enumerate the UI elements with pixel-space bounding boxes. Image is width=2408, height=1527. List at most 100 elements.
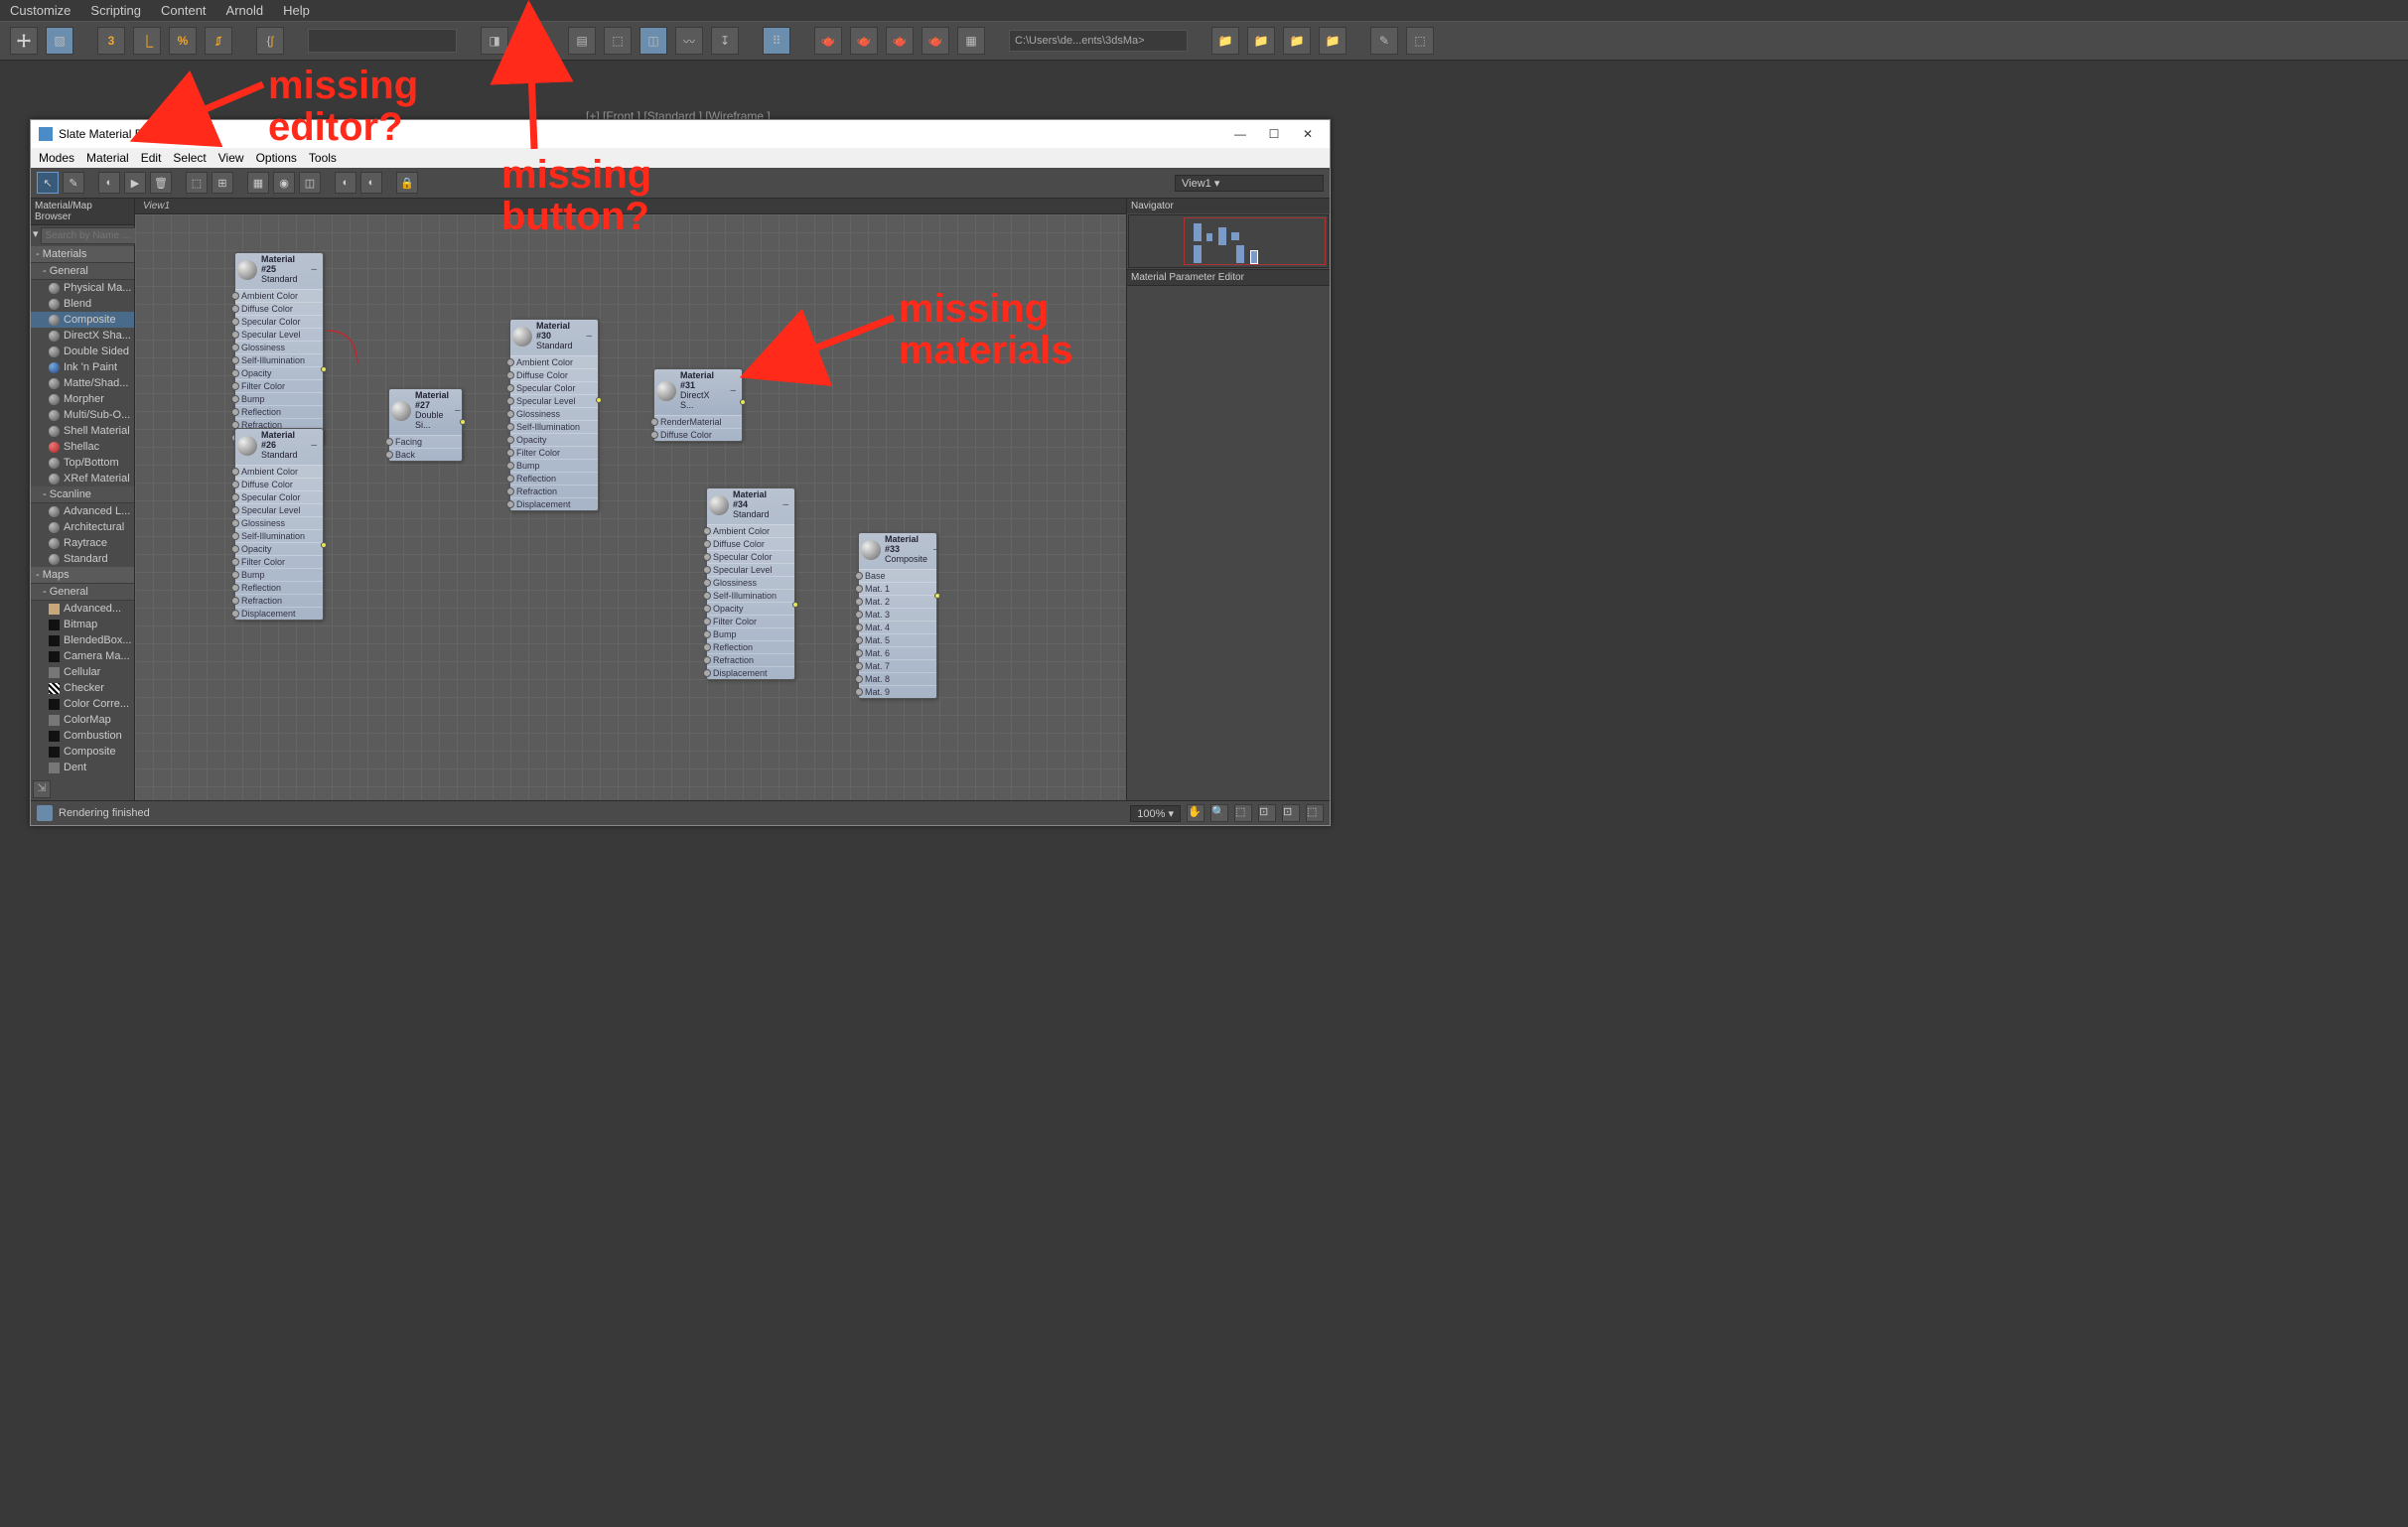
node-slot[interactable]: Mat. 5 [859, 633, 936, 646]
list-item[interactable]: Morpher [31, 391, 134, 407]
set-project-icon[interactable]: 📁 [1247, 27, 1275, 55]
align-icon[interactable]: ≡ [516, 27, 544, 55]
search-options-icon[interactable]: ▾ [33, 227, 39, 244]
list-item[interactable]: Raytrace [31, 535, 134, 551]
list-item[interactable]: Standard [31, 551, 134, 567]
show-map-icon[interactable]: ▦ [247, 172, 269, 194]
node-slot[interactable]: Specular Level [235, 503, 323, 516]
close-button[interactable]: ✕ [1294, 124, 1322, 144]
maximize-button[interactable]: ☐ [1260, 124, 1288, 144]
node-slot[interactable]: RenderMaterial [654, 415, 742, 428]
list-item[interactable]: BlendedBox... [31, 632, 134, 648]
node-slot[interactable]: Specular Color [235, 490, 323, 503]
subcat-maps-general[interactable]: - General [31, 584, 134, 601]
snap3-icon[interactable]: 3 [97, 27, 125, 55]
preview-icon[interactable]: ◉ [273, 172, 295, 194]
subcat-materials-scanline[interactable]: - Scanline [31, 486, 134, 503]
node-slot[interactable]: Mat. 9 [859, 685, 936, 698]
list-item[interactable]: Advanced L... [31, 503, 134, 519]
menu-content[interactable]: Content [161, 3, 207, 18]
node-slot[interactable]: Reflection [235, 581, 323, 594]
node-slot[interactable]: Self-Illumination [235, 353, 323, 366]
list-item[interactable]: Cellular [31, 664, 134, 680]
node-slot[interactable]: Refraction [707, 653, 794, 666]
material-node-25[interactable]: Material #25Standard– Ambient ColorDiffu… [234, 252, 324, 445]
list-item[interactable]: Dent [31, 760, 134, 775]
toggle-layer-icon[interactable]: ⬚ [604, 27, 632, 55]
node-slot[interactable]: Displacement [510, 497, 598, 510]
collapse-icon[interactable]: – [309, 264, 319, 275]
node-slot[interactable]: Diffuse Color [235, 302, 323, 315]
node-slot[interactable]: Mat. 1 [859, 582, 936, 595]
node-slot[interactable]: Diffuse Color [235, 478, 323, 490]
node-slot[interactable]: Mat. 6 [859, 646, 936, 659]
node-slot[interactable]: Specular Color [510, 381, 598, 394]
collapse-icon[interactable]: – [309, 440, 319, 451]
list-item[interactable]: Physical Ma... [31, 280, 134, 296]
node-slot[interactable]: Mat. 4 [859, 621, 936, 633]
node-slot[interactable]: Filter Color [235, 379, 323, 392]
node-slot[interactable]: Mat. 8 [859, 672, 936, 685]
collapse-icon[interactable]: – [453, 405, 463, 416]
node-slot[interactable]: Glossiness [235, 341, 323, 353]
dope-sheet-icon[interactable]: 〰 [675, 27, 703, 55]
slate-menu-options[interactable]: Options [256, 151, 297, 165]
list-item[interactable]: Matte/Shad... [31, 375, 134, 391]
slate-menu-edit[interactable]: Edit [141, 151, 162, 165]
node-slot[interactable]: Diffuse Color [654, 428, 742, 441]
browser-resize-icon[interactable]: ⇲ [33, 780, 51, 798]
pick-icon[interactable]: ◐ [360, 172, 382, 194]
project-path-field[interactable] [1009, 30, 1188, 52]
eyedropper-icon[interactable]: ✎ [63, 172, 84, 194]
list-item[interactable]: Multi/Sub-O... [31, 407, 134, 423]
percent-snap-icon[interactable]: % [169, 27, 197, 55]
collapse-icon[interactable]: – [728, 385, 738, 396]
zoom-region-icon[interactable]: ⬚ [1234, 804, 1252, 822]
layers-icon[interactable]: ▤ [568, 27, 596, 55]
pan-to-selected-icon[interactable]: ⬚ [1306, 804, 1324, 822]
render-icon[interactable]: 🫖 [886, 27, 914, 55]
list-item[interactable]: Advanced... [31, 601, 134, 617]
node-slot[interactable]: Ambient Color [235, 289, 323, 302]
material-node-31[interactable]: Material #31DirectX S...– RenderMaterial… [653, 368, 743, 442]
list-item[interactable]: Top/Bottom [31, 455, 134, 471]
slate-menu-select[interactable]: Select [173, 151, 206, 165]
material-node-33[interactable]: Material #33Composite– BaseMat. 1Mat. 2M… [858, 532, 937, 699]
node-slot[interactable]: Mat. 2 [859, 595, 936, 608]
node-slot[interactable]: Back [389, 448, 462, 461]
list-item[interactable]: Composite [31, 312, 134, 328]
browser-tree[interactable]: - Materials - General Physical Ma... Ble… [31, 246, 134, 778]
select-by-mat-icon[interactable]: ◐ [335, 172, 356, 194]
node-slot[interactable]: Bump [510, 459, 598, 472]
navigator-map[interactable] [1128, 214, 1329, 268]
move-icon[interactable] [10, 27, 38, 55]
folder4-icon[interactable]: 📁 [1319, 27, 1346, 55]
bg-icon[interactable]: ◫ [299, 172, 321, 194]
list-item[interactable]: Double Sided [31, 344, 134, 359]
schematic-icon[interactable]: ↧ [711, 27, 739, 55]
list-item[interactable]: DirectX Sha... [31, 328, 134, 344]
node-slot[interactable]: Filter Color [707, 615, 794, 627]
list-item[interactable]: Blend [31, 296, 134, 312]
node-slot[interactable]: Specular Level [235, 328, 323, 341]
move-children-icon[interactable]: ⬚ [186, 172, 208, 194]
list-item[interactable]: Falloff [31, 775, 134, 778]
canvas-tab[interactable]: View1 [135, 199, 1126, 214]
list-item[interactable]: Shellac [31, 439, 134, 455]
select-icon[interactable]: ▧ [46, 27, 73, 55]
render-frame-icon[interactable]: 🫖 [850, 27, 878, 55]
node-slot[interactable]: Glossiness [707, 576, 794, 589]
named-selection-dropdown[interactable] [308, 29, 457, 53]
node-slot[interactable]: Opacity [707, 602, 794, 615]
render-output-icon[interactable]: ▦ [957, 27, 985, 55]
zoom-display[interactable]: 100% ▾ [1130, 805, 1181, 822]
node-slot[interactable]: Reflection [707, 640, 794, 653]
node-slot[interactable]: Reflection [235, 405, 323, 418]
node-slot[interactable]: Self-Illumination [707, 589, 794, 602]
node-slot[interactable]: Mat. 3 [859, 608, 936, 621]
render-setup-icon[interactable]: 🫖 [814, 27, 842, 55]
open-project-icon[interactable]: 📁 [1211, 27, 1239, 55]
state-sets-icon[interactable]: 🫖 [921, 27, 949, 55]
node-slot[interactable]: Filter Color [510, 446, 598, 459]
node-slot[interactable]: Base [859, 569, 936, 582]
